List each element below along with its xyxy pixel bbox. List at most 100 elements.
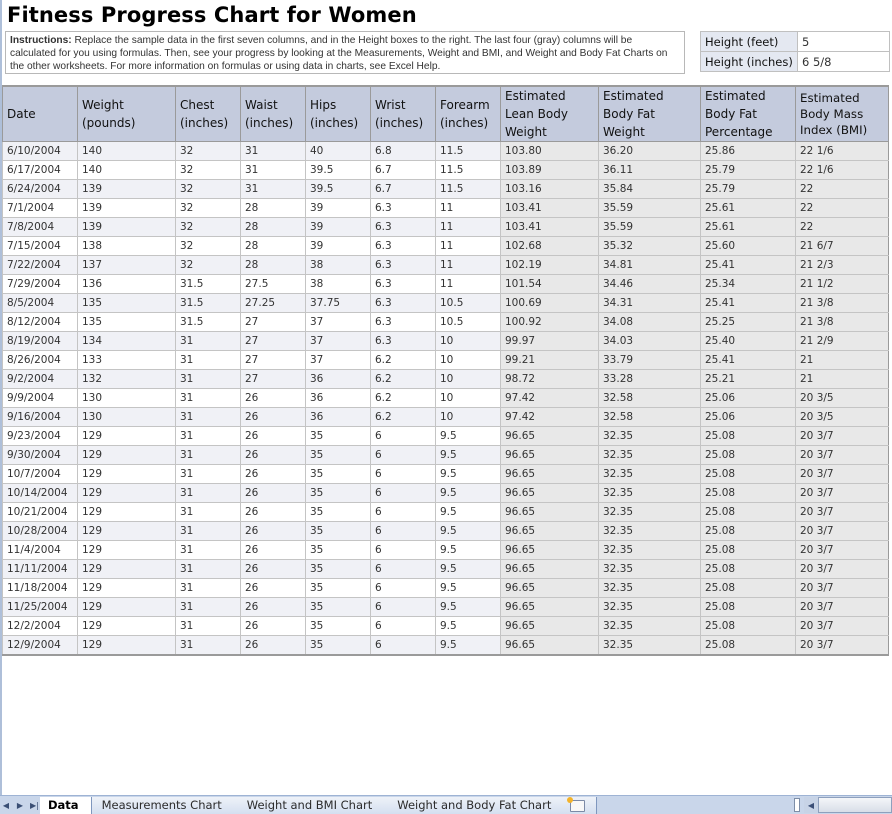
cell-lean-body-weight[interactable]: 99.97 <box>500 331 599 351</box>
cell-lean-body-weight[interactable]: 99.21 <box>500 350 599 370</box>
cell-wrist[interactable]: 6 <box>370 559 436 579</box>
cell-bmi[interactable]: 21 3/8 <box>795 293 889 313</box>
cell-forearm[interactable]: 10 <box>435 369 501 389</box>
cell-waist[interactable]: 26 <box>240 388 306 408</box>
cell-body-fat-weight[interactable]: 36.11 <box>598 160 701 180</box>
cell-bmi[interactable]: 20 3/7 <box>795 483 889 503</box>
cell-body-fat-percentage[interactable]: 25.41 <box>700 255 796 275</box>
cell-chest[interactable]: 31 <box>175 502 241 522</box>
cell-body-fat-percentage[interactable]: 25.25 <box>700 312 796 332</box>
cell-forearm[interactable]: 11.5 <box>435 141 501 161</box>
cell-weight[interactable]: 129 <box>77 426 176 446</box>
cell-chest[interactable]: 32 <box>175 236 241 256</box>
cell-bmi[interactable]: 22 <box>795 179 889 199</box>
cell-bmi[interactable]: 22 1/6 <box>795 141 889 161</box>
cell-date[interactable]: 11/4/2004 <box>2 540 78 560</box>
cell-hips[interactable]: 36 <box>305 369 371 389</box>
cell-weight[interactable]: 129 <box>77 635 176 656</box>
cell-date[interactable]: 9/30/2004 <box>2 445 78 465</box>
cell-waist[interactable]: 31 <box>240 179 306 199</box>
cell-wrist[interactable]: 6.3 <box>370 198 436 218</box>
cell-chest[interactable]: 31.5 <box>175 274 241 294</box>
cell-hips[interactable]: 39 <box>305 217 371 237</box>
cell-body-fat-weight[interactable]: 35.32 <box>598 236 701 256</box>
sheet-tab-measurements-chart[interactable]: Measurements Chart <box>83 797 237 814</box>
cell-hips[interactable]: 35 <box>305 635 371 656</box>
cell-body-fat-weight[interactable]: 32.58 <box>598 388 701 408</box>
cell-chest[interactable]: 31 <box>175 578 241 598</box>
cell-lean-body-weight[interactable]: 96.65 <box>500 559 599 579</box>
cell-chest[interactable]: 31 <box>175 559 241 579</box>
cell-wrist[interactable]: 6.3 <box>370 255 436 275</box>
cell-wrist[interactable]: 6.2 <box>370 369 436 389</box>
cell-body-fat-weight[interactable]: 32.35 <box>598 464 701 484</box>
cell-forearm[interactable]: 11 <box>435 255 501 275</box>
cell-wrist[interactable]: 6 <box>370 521 436 541</box>
cell-date[interactable]: 8/26/2004 <box>2 350 78 370</box>
cell-forearm[interactable]: 9.5 <box>435 464 501 484</box>
cell-date[interactable]: 9/16/2004 <box>2 407 78 427</box>
cell-lean-body-weight[interactable]: 96.65 <box>500 597 599 617</box>
cell-body-fat-percentage[interactable]: 25.41 <box>700 293 796 313</box>
cell-body-fat-percentage[interactable]: 25.08 <box>700 559 796 579</box>
cell-date[interactable]: 8/12/2004 <box>2 312 78 332</box>
cell-forearm[interactable]: 10 <box>435 388 501 408</box>
cell-hips[interactable]: 35 <box>305 578 371 598</box>
cell-bmi[interactable]: 22 <box>795 198 889 218</box>
tab-scroll-prev-icon[interactable]: ◀ <box>2 801 10 810</box>
cell-body-fat-weight[interactable]: 32.35 <box>598 559 701 579</box>
cell-forearm[interactable]: 11 <box>435 198 501 218</box>
tab-scroll-next-icon[interactable]: ▶ <box>16 801 24 810</box>
cell-weight[interactable]: 129 <box>77 502 176 522</box>
cell-lean-body-weight[interactable]: 96.65 <box>500 578 599 598</box>
cell-waist[interactable]: 27 <box>240 369 306 389</box>
cell-bmi[interactable]: 20 3/7 <box>795 521 889 541</box>
cell-chest[interactable]: 31.5 <box>175 312 241 332</box>
cell-body-fat-percentage[interactable]: 25.06 <box>700 407 796 427</box>
cell-lean-body-weight[interactable]: 96.65 <box>500 616 599 636</box>
cell-lean-body-weight[interactable]: 96.65 <box>500 502 599 522</box>
sheet-tab-data[interactable]: Data <box>40 797 92 814</box>
cell-waist[interactable]: 26 <box>240 464 306 484</box>
cell-weight[interactable]: 130 <box>77 407 176 427</box>
cell-date[interactable]: 9/23/2004 <box>2 426 78 446</box>
cell-forearm[interactable]: 11 <box>435 274 501 294</box>
cell-bmi[interactable]: 22 1/6 <box>795 160 889 180</box>
cell-chest[interactable]: 32 <box>175 255 241 275</box>
cell-bmi[interactable]: 20 3/7 <box>795 502 889 522</box>
cell-weight[interactable]: 139 <box>77 217 176 237</box>
cell-waist[interactable]: 28 <box>240 255 306 275</box>
cell-waist[interactable]: 27.5 <box>240 274 306 294</box>
cell-date[interactable]: 7/22/2004 <box>2 255 78 275</box>
cell-lean-body-weight[interactable]: 103.41 <box>500 198 599 218</box>
cell-body-fat-weight[interactable]: 32.35 <box>598 578 701 598</box>
cell-body-fat-percentage[interactable]: 25.21 <box>700 369 796 389</box>
cell-body-fat-weight[interactable]: 34.31 <box>598 293 701 313</box>
cell-date[interactable]: 11/25/2004 <box>2 597 78 617</box>
cell-hips[interactable]: 39.5 <box>305 160 371 180</box>
cell-hips[interactable]: 35 <box>305 559 371 579</box>
cell-lean-body-weight[interactable]: 98.72 <box>500 369 599 389</box>
insert-worksheet-button[interactable] <box>558 796 598 814</box>
cell-wrist[interactable]: 6.2 <box>370 388 436 408</box>
cell-forearm[interactable]: 9.5 <box>435 521 501 541</box>
cell-chest[interactable]: 31.5 <box>175 293 241 313</box>
cell-body-fat-percentage[interactable]: 25.08 <box>700 464 796 484</box>
cell-hips[interactable]: 35 <box>305 540 371 560</box>
cell-forearm[interactable]: 10.5 <box>435 312 501 332</box>
cell-weight[interactable]: 130 <box>77 388 176 408</box>
column-header-wrist[interactable]: Wrist (inches) <box>370 85 436 142</box>
cell-waist[interactable]: 26 <box>240 521 306 541</box>
cell-wrist[interactable]: 6 <box>370 426 436 446</box>
cell-body-fat-percentage[interactable]: 25.79 <box>700 160 796 180</box>
cell-body-fat-percentage[interactable]: 25.08 <box>700 540 796 560</box>
cell-body-fat-weight[interactable]: 32.35 <box>598 502 701 522</box>
column-header-hips[interactable]: Hips (inches) <box>305 85 371 142</box>
cell-hips[interactable]: 37 <box>305 331 371 351</box>
cell-bmi[interactable]: 21 1/2 <box>795 274 889 294</box>
cell-date[interactable]: 12/2/2004 <box>2 616 78 636</box>
cell-bmi[interactable]: 20 3/7 <box>795 616 889 636</box>
cell-body-fat-weight[interactable]: 35.59 <box>598 217 701 237</box>
cell-wrist[interactable]: 6 <box>370 616 436 636</box>
cell-date[interactable]: 6/10/2004 <box>2 141 78 161</box>
